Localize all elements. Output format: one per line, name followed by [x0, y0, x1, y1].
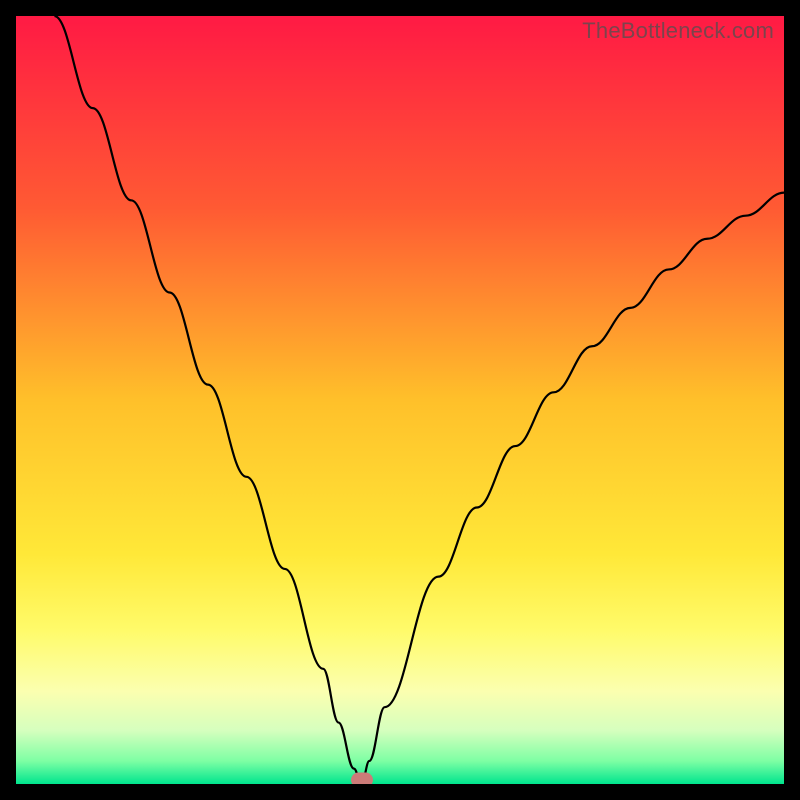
- bottleneck-curve: [16, 16, 784, 784]
- minimum-marker-icon: [351, 773, 373, 785]
- plot-area: TheBottleneck.com: [16, 16, 784, 784]
- chart-frame: TheBottleneck.com: [0, 0, 800, 800]
